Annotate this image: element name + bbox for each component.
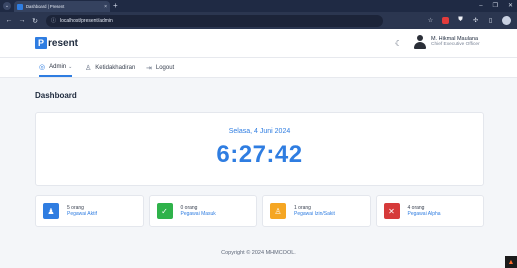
nav-logout-label: Logout	[155, 64, 175, 71]
brand-text: resent	[48, 37, 79, 49]
nav-buttons: ← → ↻	[4, 17, 40, 25]
shield-icon[interactable]: ⛊	[457, 17, 464, 24]
stat-card-alpha: ✕ 4 orang Pegawai Alpha	[375, 195, 484, 227]
current-date: Selasa, 4 Juni 2024	[228, 128, 291, 135]
person-icon: ♙	[85, 64, 92, 72]
corner-badge-icon: ▲	[505, 256, 517, 268]
browser-tabbar: ⌄ Dashboard | Present × + – ❐ ✕	[0, 0, 517, 12]
tab-search-icon[interactable]: ⌄	[3, 2, 11, 10]
address-bar[interactable]: ⓘ localhost/present/admin	[46, 14, 383, 27]
stat-card-masuk: ✓ 0 orang Pegawai Masuk	[148, 195, 257, 227]
avatar	[414, 35, 426, 49]
user-menu[interactable]: M. Hikmal Maulana Chief Executive Office…	[414, 35, 480, 49]
extension-red-icon[interactable]	[442, 17, 449, 24]
profile-icon[interactable]	[502, 16, 511, 25]
tab-title: Dashboard | Present	[26, 4, 65, 9]
star-icon[interactable]: ☆	[427, 17, 434, 24]
extensions-bar: ☆ ⛊ ✣ ▯	[427, 16, 511, 25]
users-icon: ♟	[43, 203, 59, 219]
back-icon[interactable]: ←	[4, 17, 14, 25]
stat-label: Pegawai Izin/Sakit	[294, 211, 335, 217]
maximize-icon[interactable]: ❐	[493, 1, 498, 11]
user-clock-icon: ♙	[270, 203, 286, 219]
site-info-icon[interactable]: ⓘ	[51, 17, 56, 24]
app-header: P resent ☾ M. Hikmal Maulana Chief Execu…	[0, 29, 517, 58]
stats-row: ♟ 5 orang Pegawai Aktif ✓ 0 orang Pegawa…	[35, 195, 484, 227]
stat-card-izin: ♙ 1 orang Pegawai Izin/Sakit	[262, 195, 371, 227]
nav-admin-label: Admin	[49, 63, 67, 70]
nav-logout[interactable]: ⇥ Logout	[146, 58, 174, 77]
stat-label: Pegawai Aktif	[67, 211, 98, 217]
nav-admin[interactable]: ◎ Admin ⌄	[39, 58, 73, 77]
user-x-icon: ✕	[383, 203, 400, 219]
page-title: Dashboard	[35, 91, 77, 100]
admin-icon: ◎	[39, 63, 46, 71]
user-role: Chief Executive Officer	[431, 42, 480, 48]
stat-card-aktif: ♟ 5 orang Pegawai Aktif	[35, 195, 144, 227]
tab-close-icon[interactable]: ×	[104, 4, 107, 10]
new-tab-button[interactable]: +	[113, 1, 118, 11]
address-text: localhost/present/admin	[60, 17, 113, 24]
clock-card: Selasa, 4 Juni 2024 6:27:42	[35, 112, 484, 186]
sidebar-icon[interactable]: ▯	[487, 17, 494, 24]
user-check-icon: ✓	[156, 203, 173, 219]
forward-icon[interactable]: →	[17, 17, 27, 25]
current-time: 6:27:42	[216, 141, 303, 168]
chevron-down-icon: ⌄	[68, 63, 73, 70]
extensions-icon[interactable]: ✣	[472, 17, 479, 24]
reload-icon[interactable]: ↻	[30, 17, 40, 25]
close-window-icon[interactable]: ✕	[508, 1, 513, 11]
moon-icon[interactable]: ☾	[395, 39, 402, 48]
minimize-icon[interactable]: –	[479, 1, 482, 11]
nav-ketidakhadiran[interactable]: ♙ Ketidakhadiran	[85, 58, 135, 77]
browser-tab[interactable]: Dashboard | Present ×	[14, 1, 110, 12]
brand-mark: P	[35, 37, 47, 49]
stat-label: Pegawai Masuk	[180, 211, 216, 217]
main-nav: ◎ Admin ⌄ ♙ Ketidakhadiran ⇥ Logout	[0, 58, 517, 78]
nav-ketidakhadiran-label: Ketidakhadiran	[95, 64, 136, 71]
stat-label: Pegawai Alpha	[407, 211, 441, 217]
browser-toolbar: ← → ↻ ⓘ localhost/present/admin ☆ ⛊ ✣ ▯	[0, 12, 517, 29]
window-controls: – ❐ ✕	[479, 1, 513, 11]
logout-icon: ⇥	[146, 64, 152, 72]
footer-copyright: Copyright © 2024 MHMCOOL.	[221, 250, 296, 256]
brand-logo[interactable]: P resent	[35, 37, 78, 49]
favicon-icon	[17, 3, 23, 10]
